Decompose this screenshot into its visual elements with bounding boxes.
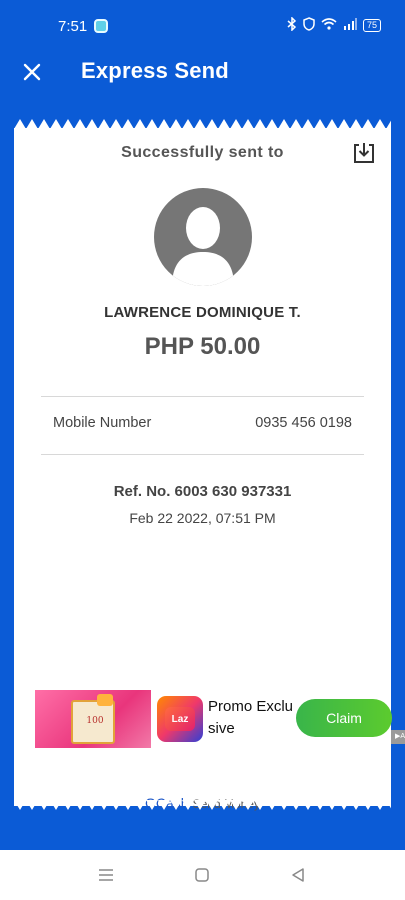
shield-icon bbox=[303, 17, 315, 34]
avatar-icon bbox=[172, 207, 234, 286]
mobile-number-value: 0935 456 0198 bbox=[255, 415, 352, 431]
transaction-datetime: Feb 22 2022, 07:51 PM bbox=[129, 510, 276, 526]
ad-choices-icon[interactable]: ▶Ad bbox=[391, 730, 405, 744]
back-icon bbox=[292, 868, 304, 882]
shopping-bag-icon bbox=[97, 694, 113, 706]
claim-button[interactable]: Claim bbox=[296, 699, 392, 737]
system-nav-bar bbox=[0, 850, 405, 900]
signal-icon bbox=[343, 18, 357, 33]
status-bar: 7:51 75 bbox=[0, 0, 405, 40]
back-button[interactable] bbox=[288, 865, 308, 885]
battery-icon: 75 bbox=[362, 19, 381, 32]
app-header: Express Send bbox=[0, 42, 405, 102]
mobile-number-label: Mobile Number bbox=[53, 415, 152, 431]
recent-apps-button[interactable] bbox=[96, 865, 116, 885]
ad-voucher-number: 100 bbox=[86, 716, 104, 726]
status-icons: 75 bbox=[287, 16, 381, 34]
amount-sent: PHP 50.00 bbox=[144, 333, 261, 360]
menu-icon bbox=[99, 869, 113, 881]
receipt-bottom-edge bbox=[14, 800, 391, 810]
ad-text-line2: sive bbox=[208, 720, 235, 737]
close-icon bbox=[23, 63, 41, 81]
divider bbox=[41, 454, 364, 455]
divider bbox=[41, 396, 364, 397]
ad-voucher-graphic: 100 bbox=[71, 700, 115, 744]
status-time: 7:51 bbox=[58, 18, 88, 35]
ad-text-line1: Promo Exclu bbox=[208, 698, 294, 715]
reference-number: Ref. No. 6003 630 937331 bbox=[113, 483, 292, 500]
wifi-icon bbox=[321, 18, 337, 33]
success-heading: Successfully sent to bbox=[121, 144, 284, 161]
ad-banner[interactable]: 100 Laz Promo Exclu sive Claim ▶Ad bbox=[35, 688, 405, 750]
recipient-name: LAWRENCE DOMINIQUE T. bbox=[104, 304, 301, 321]
download-button[interactable] bbox=[351, 140, 377, 166]
receipt-card: Successfully sent to LAWRENCE DOMINIQUE … bbox=[14, 128, 405, 811]
ad-text: Promo Exclu sive bbox=[208, 696, 303, 740]
bluetooth-icon bbox=[287, 16, 297, 34]
home-button[interactable] bbox=[192, 865, 212, 885]
avatar bbox=[154, 188, 252, 286]
download-icon bbox=[354, 143, 374, 163]
app-notification-icon bbox=[94, 19, 108, 33]
lazada-logo[interactable]: Laz bbox=[157, 696, 203, 742]
page-title: Express Send bbox=[81, 58, 229, 83]
lazada-logo-text: Laz bbox=[165, 707, 195, 731]
close-button[interactable] bbox=[18, 58, 46, 86]
home-icon bbox=[195, 868, 209, 882]
ad-image[interactable]: 100 bbox=[35, 690, 151, 748]
